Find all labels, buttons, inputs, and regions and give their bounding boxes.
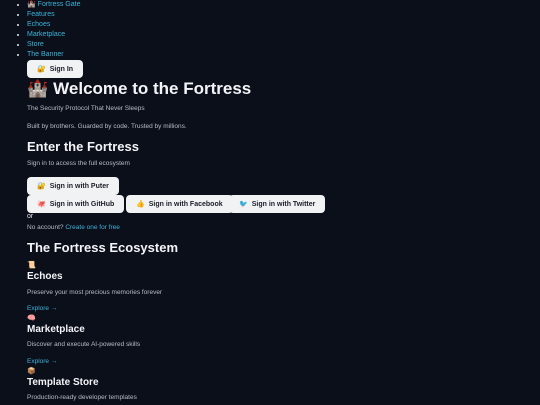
github-sign-in-button[interactable]: 🐙 Sign in with GitHub [27,195,125,213]
lock-icon: 🔐 [37,65,46,73]
twitter-sign-in-button[interactable]: 🐦 Sign in with Twitter [229,195,326,213]
github-sign-in-label: Sign in with GitHub [49,200,115,208]
page: 🏰 Fortress Gate Features Echoes Marketpl… [0,0,540,405]
nav-item-echoes[interactable]: Echoes [27,20,540,30]
page-title-text: Welcome to the Fortress [53,79,252,98]
thumbs-up-icon: 👍 [136,200,145,208]
nav-item-store[interactable]: Store [27,40,540,50]
sign-in-label: Sign In [49,65,74,73]
marketplace-title: Marketplace [27,324,85,335]
hero-subtitle: Built by brothers. Guarded by code. Trus… [27,123,187,130]
or-divider: or [27,213,34,220]
sign-in-button[interactable]: 🔐 Sign In [27,60,84,78]
nav-label: Fortress Gate [37,1,81,8]
echoes-explore-link[interactable]: Explore → [27,305,57,312]
facebook-sign-in-label: Sign in with Facebook [148,200,223,208]
puter-sign-in-button[interactable]: 🔐 Sign in with Puter [27,177,119,195]
marketplace-explore-link[interactable]: Explore → [27,358,57,365]
top-nav: 🏰 Fortress Gate Features Echoes Marketpl… [0,0,540,60]
octopus-icon: 🐙 [37,200,46,208]
nav-item-banner[interactable]: The Banner [27,50,540,60]
castle-icon: 🏰 [27,1,36,8]
nav-link-banner[interactable]: The Banner [27,51,64,58]
package-icon: 📦 [27,368,36,375]
template-store-title: Template Store [27,377,99,388]
nav-link-marketplace[interactable]: Marketplace [27,31,65,38]
brain-icon: 🧠 [27,315,36,322]
create-account-link[interactable]: Create one for free [65,224,120,231]
nav-item-fortress-gate[interactable]: 🏰 Fortress Gate [27,0,540,10]
nav-link-fortress-gate[interactable]: 🏰 Fortress Gate [27,1,80,8]
nav-link-features[interactable]: Features [27,11,55,18]
facebook-sign-in-button[interactable]: 👍 Sign in with Facebook [126,195,233,213]
ecosystem-title: The Fortress Ecosystem [27,240,179,255]
no-account-text: No account? Create one for free [27,224,120,231]
template-store-description: Production-ready developer templates [27,394,137,401]
marketplace-description: Discover and execute AI-powered skills [27,341,141,348]
bird-icon: 🐦 [239,200,248,208]
lock-icon: 🔐 [37,182,46,190]
nav-item-features[interactable]: Features [27,10,540,20]
auth-description: Sign in to access the full ecosystem [27,160,130,167]
echoes-description: Preserve your most precious memories for… [27,289,163,296]
scroll-icon: 📜 [27,262,36,269]
nav-link-echoes[interactable]: Echoes [27,21,50,28]
puter-sign-in-label: Sign in with Puter [49,182,109,190]
twitter-sign-in-label: Sign in with Twitter [251,200,316,208]
page-title: 🏰 Welcome to the Fortress [27,79,251,99]
castle-icon: 🏰 [27,79,49,98]
hero-tagline: The Security Protocol That Never Sleeps [27,105,145,112]
echoes-title: Echoes [27,271,63,282]
nav-link-store[interactable]: Store [27,41,44,48]
no-account-label: No account? [27,224,64,231]
nav-item-marketplace[interactable]: Marketplace [27,30,540,40]
auth-title: Enter the Fortress [27,139,139,154]
